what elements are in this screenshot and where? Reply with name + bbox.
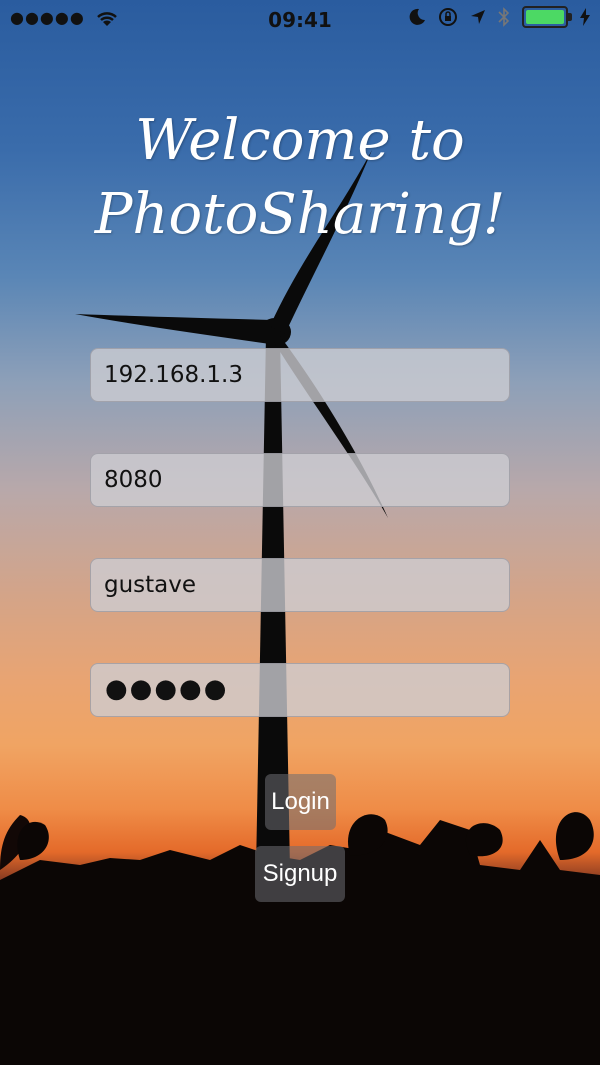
port-field[interactable] bbox=[90, 453, 510, 507]
page-title-line1: Welcome to bbox=[135, 108, 465, 173]
password-field[interactable]: ●●●●● bbox=[90, 663, 510, 717]
signup-button[interactable]: Signup bbox=[255, 846, 345, 902]
login-button[interactable]: Login bbox=[265, 774, 336, 830]
page-title-line2: PhotoSharing! bbox=[94, 182, 506, 247]
username-input[interactable] bbox=[91, 559, 509, 611]
battery-icon bbox=[522, 6, 572, 28]
host-field[interactable] bbox=[90, 348, 510, 402]
username-field[interactable] bbox=[90, 558, 510, 612]
port-input[interactable] bbox=[91, 454, 509, 506]
charging-bolt-icon bbox=[580, 8, 590, 26]
bluetooth-icon bbox=[498, 7, 510, 27]
host-input[interactable] bbox=[91, 349, 509, 401]
password-masked-value[interactable]: ●●●●● bbox=[105, 674, 228, 704]
moon-icon bbox=[409, 8, 425, 25]
status-bar: ●●●●● 09:41 bbox=[0, 0, 600, 40]
location-arrow-icon bbox=[471, 10, 485, 24]
orientation-lock-icon bbox=[439, 8, 457, 26]
